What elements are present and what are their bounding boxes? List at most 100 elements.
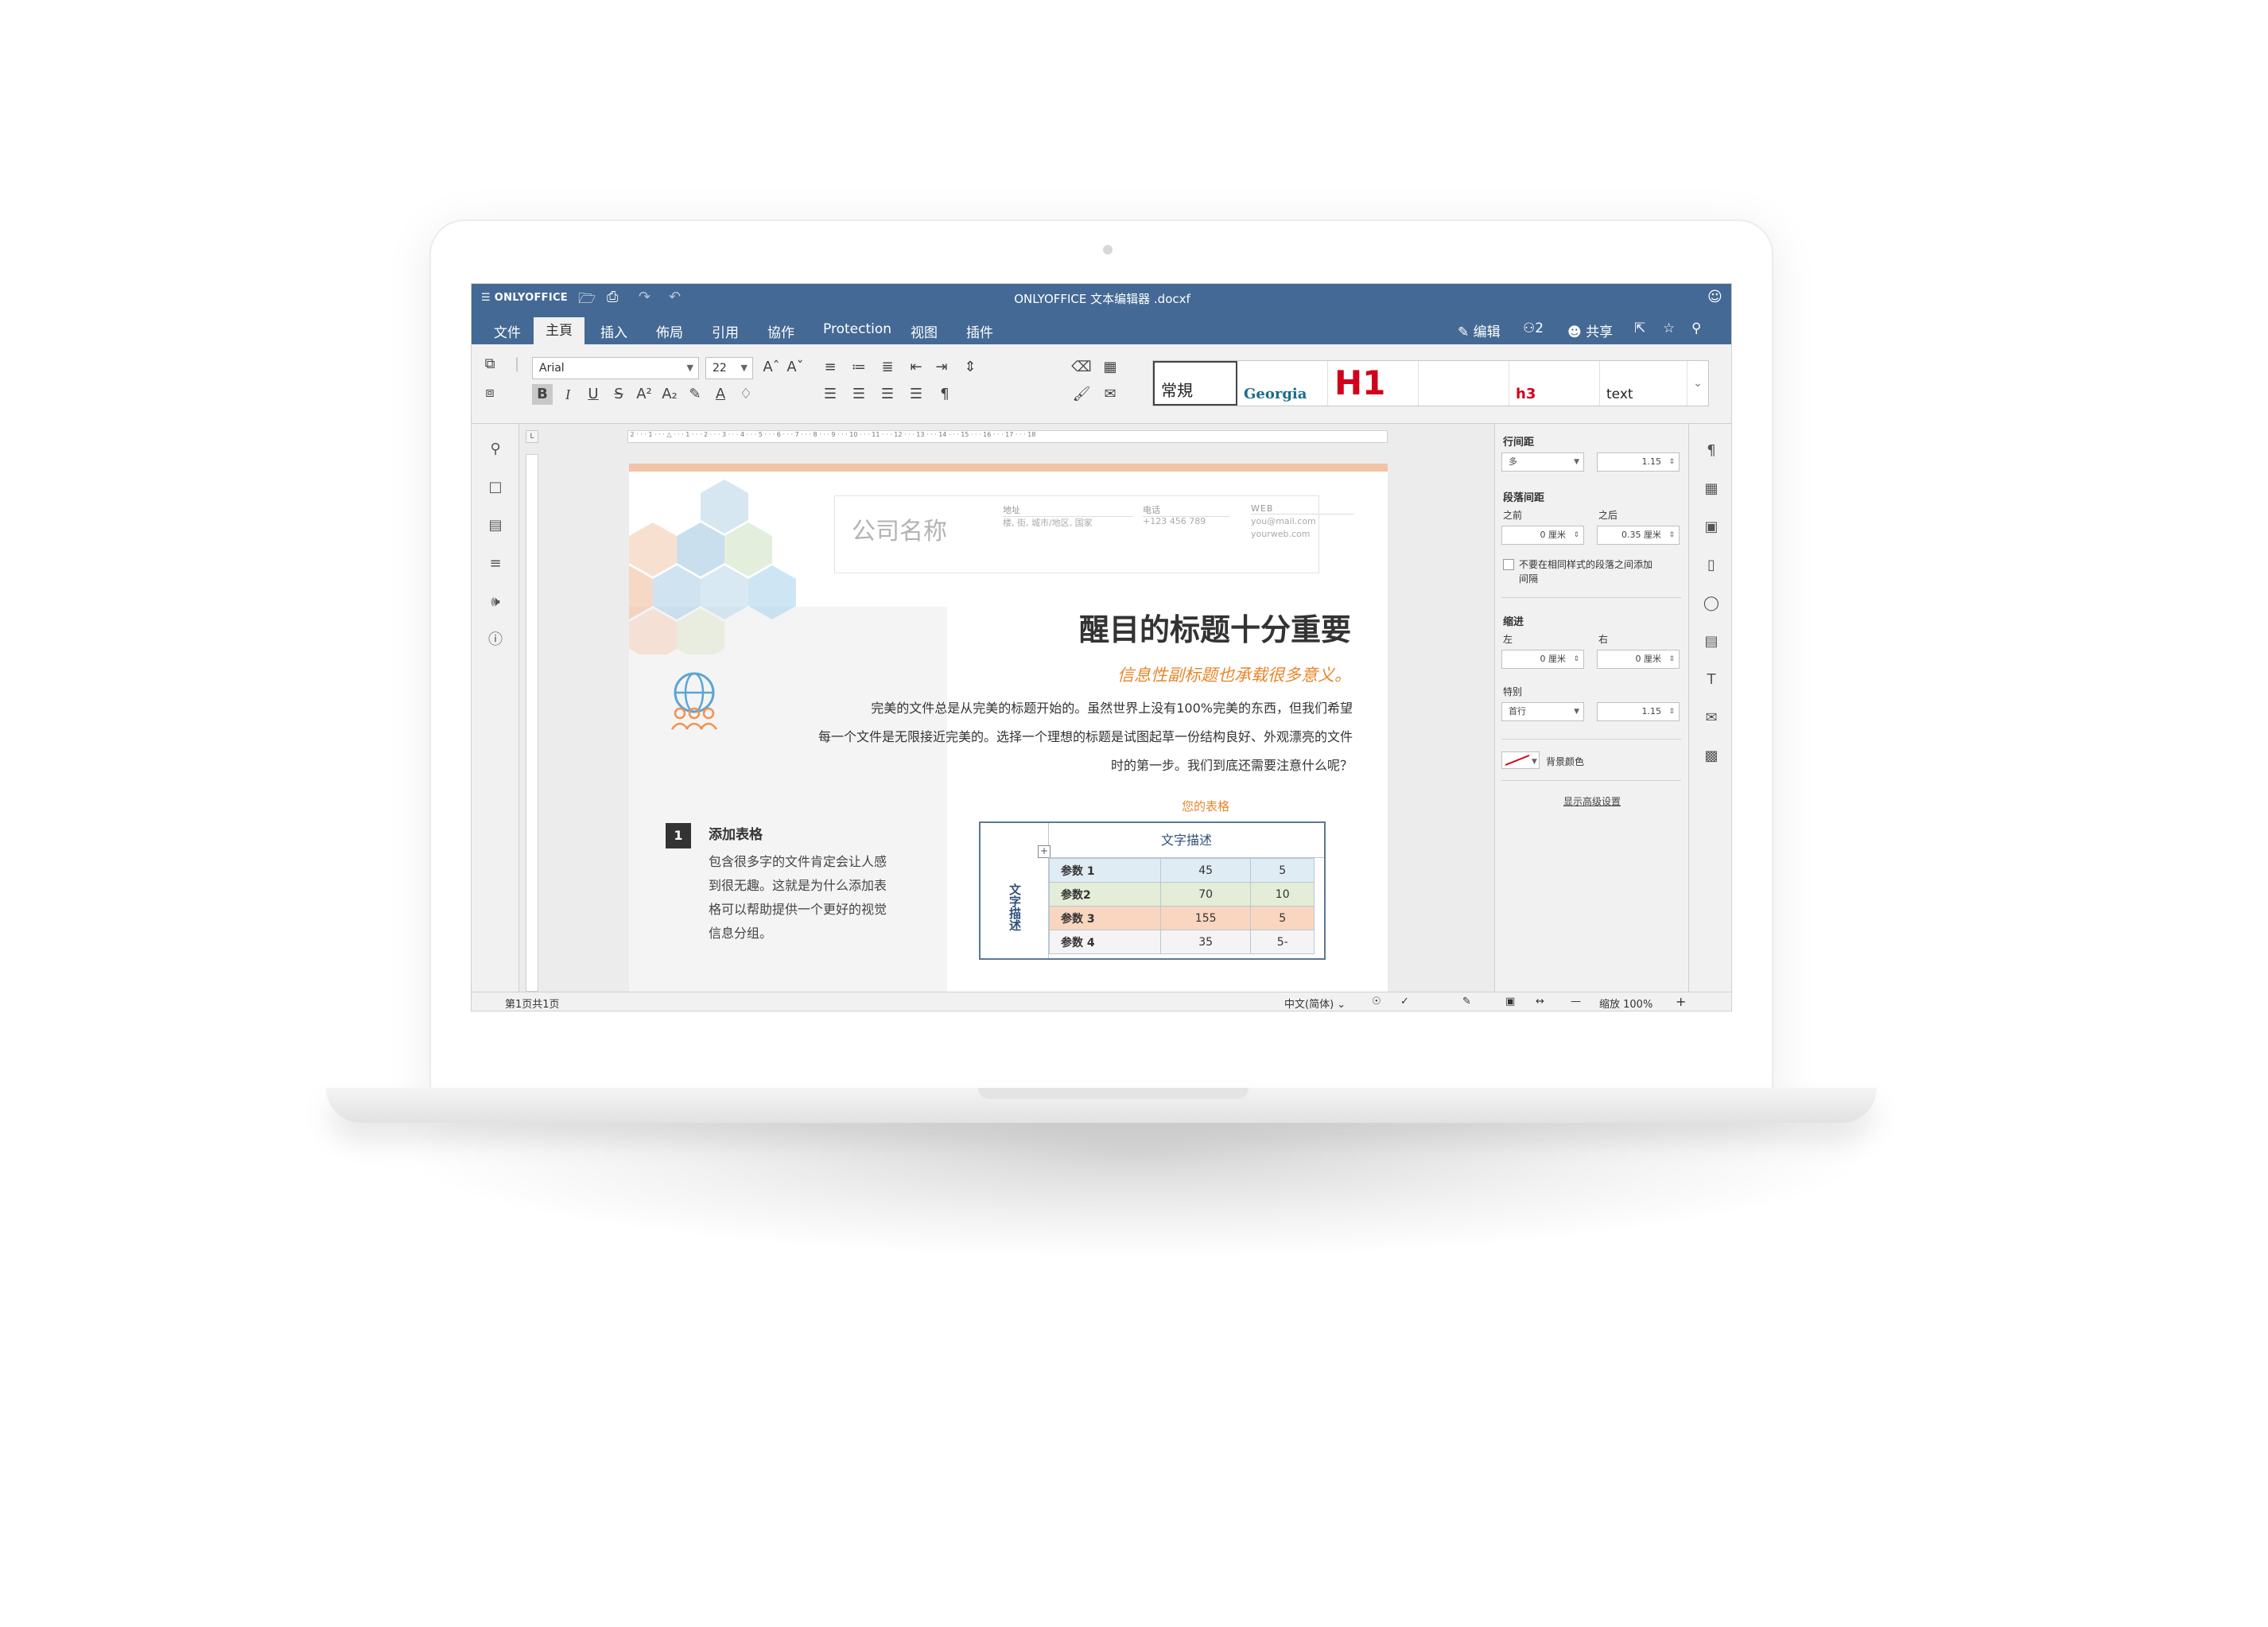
decrease-indent-icon[interactable]: ⇤ xyxy=(906,357,926,378)
language-select[interactable]: 中文(简体) ⌄ xyxy=(1284,996,1346,1011)
image-settings-icon[interactable]: ▣ xyxy=(1700,516,1722,538)
font-name-select[interactable]: Arial ▼ xyxy=(532,357,699,379)
page-info[interactable]: 第1页共1页 xyxy=(505,996,560,1011)
superscript-button[interactable]: A² xyxy=(634,384,654,405)
edit-mode-button[interactable]: ✎ 编辑 xyxy=(1458,320,1501,340)
table-row[interactable]: 参数 1 45 5 xyxy=(1049,858,1315,883)
horizontal-ruler[interactable]: 2 · · · 1 · · · △ · · · 1 · · · 2 · · · … xyxy=(627,430,1388,443)
spacing-after-input[interactable]: 0.35 厘米 ⇕ xyxy=(1597,526,1680,545)
mail-merge-icon[interactable]: ✉ xyxy=(1100,384,1120,405)
underline-button[interactable]: U xyxy=(583,384,604,405)
font-color-icon[interactable]: A xyxy=(710,384,731,405)
style-normal[interactable]: 常規 xyxy=(1153,361,1237,406)
italic-button[interactable]: I xyxy=(557,384,578,405)
increase-indent-icon[interactable]: ⇥ xyxy=(931,357,952,378)
users-button[interactable]: ⚇2 xyxy=(1523,320,1544,336)
line-spacing-mode-select[interactable]: 多 ▼ xyxy=(1501,452,1584,472)
tab-references[interactable]: 引用 xyxy=(712,321,739,341)
special-indent-input[interactable]: 1.15 ⇕ xyxy=(1597,702,1680,721)
multilevel-list-icon[interactable]: ≣ xyxy=(877,357,898,378)
align-right-icon[interactable]: ☰ xyxy=(877,384,898,405)
spacing-before-input[interactable]: 0 厘米 ⇕ xyxy=(1501,526,1584,545)
feedback-icon[interactable]: 🕪 xyxy=(484,591,507,613)
tab-collaboration[interactable]: 協作 xyxy=(767,321,794,341)
spinner-icon[interactable]: ⇕ xyxy=(1668,526,1675,544)
document-language-icon[interactable]: ☉ xyxy=(1372,996,1381,1008)
style-text[interactable]: text xyxy=(1600,361,1687,406)
change-color-scheme-icon[interactable]: ▦ xyxy=(1100,357,1120,378)
subscript-button[interactable]: A₂ xyxy=(659,384,680,405)
tab-view[interactable]: 视图 xyxy=(911,321,938,341)
tab-file[interactable]: 文件 xyxy=(494,321,521,341)
document-table[interactable]: + 文字描述 文字描述 参数 1 45 5 参数2 70 10 参数 3 155 5 参数 4 35… xyxy=(979,821,1326,960)
chat-icon[interactable]: ▤ xyxy=(484,515,507,537)
spinner-icon[interactable]: ⇕ xyxy=(1668,650,1675,668)
table-row[interactable]: 参数 3 155 5 xyxy=(1049,906,1315,930)
spinner-icon[interactable]: ⇕ xyxy=(1573,650,1579,668)
justify-icon[interactable]: ☰ xyxy=(906,384,926,405)
tab-plugins[interactable]: 插件 xyxy=(966,321,993,341)
clear-style-icon[interactable]: ⌫ xyxy=(1071,357,1092,378)
tab-layout[interactable]: 佈局 xyxy=(656,321,683,341)
table-row[interactable]: 参数 4 35 5- xyxy=(1049,930,1315,954)
nonprinting-chars-icon[interactable]: ¶ xyxy=(934,384,955,405)
spinner-icon[interactable]: ⇕ xyxy=(1668,703,1675,720)
highlight-icon[interactable]: ✎ xyxy=(685,384,705,405)
spellcheck-icon[interactable]: ✓ xyxy=(1400,996,1409,1008)
line-spacing-value-input[interactable]: 1.15 ⇕ xyxy=(1597,452,1680,472)
tab-home[interactable]: 主頁 xyxy=(534,317,584,344)
background-color-picker[interactable]: ▼ xyxy=(1501,751,1540,769)
fit-to-page-icon[interactable]: ▣ xyxy=(1505,996,1515,1008)
no-space-same-style-checkbox[interactable] xyxy=(1503,559,1514,570)
indent-right-input[interactable]: 0 厘米 ⇕ xyxy=(1597,650,1680,669)
copy-style-icon[interactable]: 🖌 xyxy=(1071,384,1092,405)
align-left-icon[interactable]: ☰ xyxy=(820,384,841,405)
user-avatar-icon[interactable]: ☺ xyxy=(1707,289,1722,305)
table-settings-icon[interactable]: ▦ xyxy=(1700,478,1722,500)
align-center-icon[interactable]: ☰ xyxy=(849,384,869,405)
tab-insert[interactable]: 插入 xyxy=(600,321,627,341)
chart-settings-icon[interactable]: ▤ xyxy=(1700,631,1722,653)
style-georgia[interactable]: Georgia xyxy=(1237,361,1328,406)
paragraph-settings-icon[interactable]: ¶ xyxy=(1700,440,1722,462)
spinner-icon[interactable]: ⇕ xyxy=(1668,453,1675,471)
style-h3[interactable]: h3 xyxy=(1509,361,1600,406)
table-row[interactable]: 参数2 70 10 xyxy=(1049,882,1315,907)
bullet-list-icon[interactable]: ≡ xyxy=(820,357,841,378)
search-icon[interactable]: ⚲ xyxy=(484,438,507,460)
fit-to-width-icon[interactable]: ↔ xyxy=(1536,996,1544,1008)
header-footer-icon[interactable]: ▯ xyxy=(1700,554,1722,577)
strikethrough-button[interactable]: S xyxy=(608,384,629,405)
special-indent-select[interactable]: 首行 ▼ xyxy=(1501,702,1584,721)
decrease-font-icon[interactable]: Aˇ xyxy=(785,357,806,378)
style-gallery-expand-icon[interactable]: ⌄ xyxy=(1687,361,1708,406)
font-size-select[interactable]: 22 ▼ xyxy=(705,357,753,379)
tab-stop-selector[interactable]: L xyxy=(526,430,538,443)
share-button[interactable]: ☻ 共享 xyxy=(1567,320,1613,340)
text-art-icon[interactable]: T xyxy=(1700,669,1722,691)
style-h1[interactable]: H1 xyxy=(1328,361,1419,406)
track-changes-icon[interactable]: ✎ xyxy=(1462,996,1471,1008)
document-page[interactable]: 公司名称 地址 楼, 街, 城市/地区, 国家 电话 +123 456 789 … xyxy=(629,464,1388,992)
shape-settings-icon[interactable]: ◯ xyxy=(1700,592,1722,615)
paste-icon[interactable]: ⧈ xyxy=(480,382,500,403)
style-empty[interactable] xyxy=(1419,361,1509,406)
navigation-icon[interactable]: ≡ xyxy=(484,553,507,575)
about-info-icon[interactable]: ⓘ xyxy=(484,629,507,651)
bold-button[interactable]: B xyxy=(532,384,553,405)
zoom-in-icon[interactable]: + xyxy=(1676,994,1686,1009)
spinner-icon[interactable]: ⇕ xyxy=(1573,526,1579,544)
form-settings-icon[interactable]: ▩ xyxy=(1700,745,1722,767)
copy-icon[interactable]: ⧉ xyxy=(480,354,500,375)
mail-merge-icon[interactable]: ✉ xyxy=(1700,707,1722,729)
open-location-icon[interactable]: ⇱ xyxy=(1634,320,1645,336)
comments-icon[interactable]: □ xyxy=(484,476,507,499)
line-spacing-icon[interactable]: ⇕ xyxy=(960,357,981,378)
search-icon[interactable]: ⚲ xyxy=(1691,320,1701,336)
increase-font-icon[interactable]: Aˆ xyxy=(761,357,782,378)
vertical-ruler[interactable] xyxy=(526,454,538,992)
favorite-star-icon[interactable]: ☆ xyxy=(1663,320,1675,336)
tab-protection[interactable]: Protection xyxy=(823,321,891,337)
paragraph-shading-icon[interactable]: ♢ xyxy=(736,384,756,405)
zoom-out-icon[interactable]: — xyxy=(1571,996,1581,1008)
